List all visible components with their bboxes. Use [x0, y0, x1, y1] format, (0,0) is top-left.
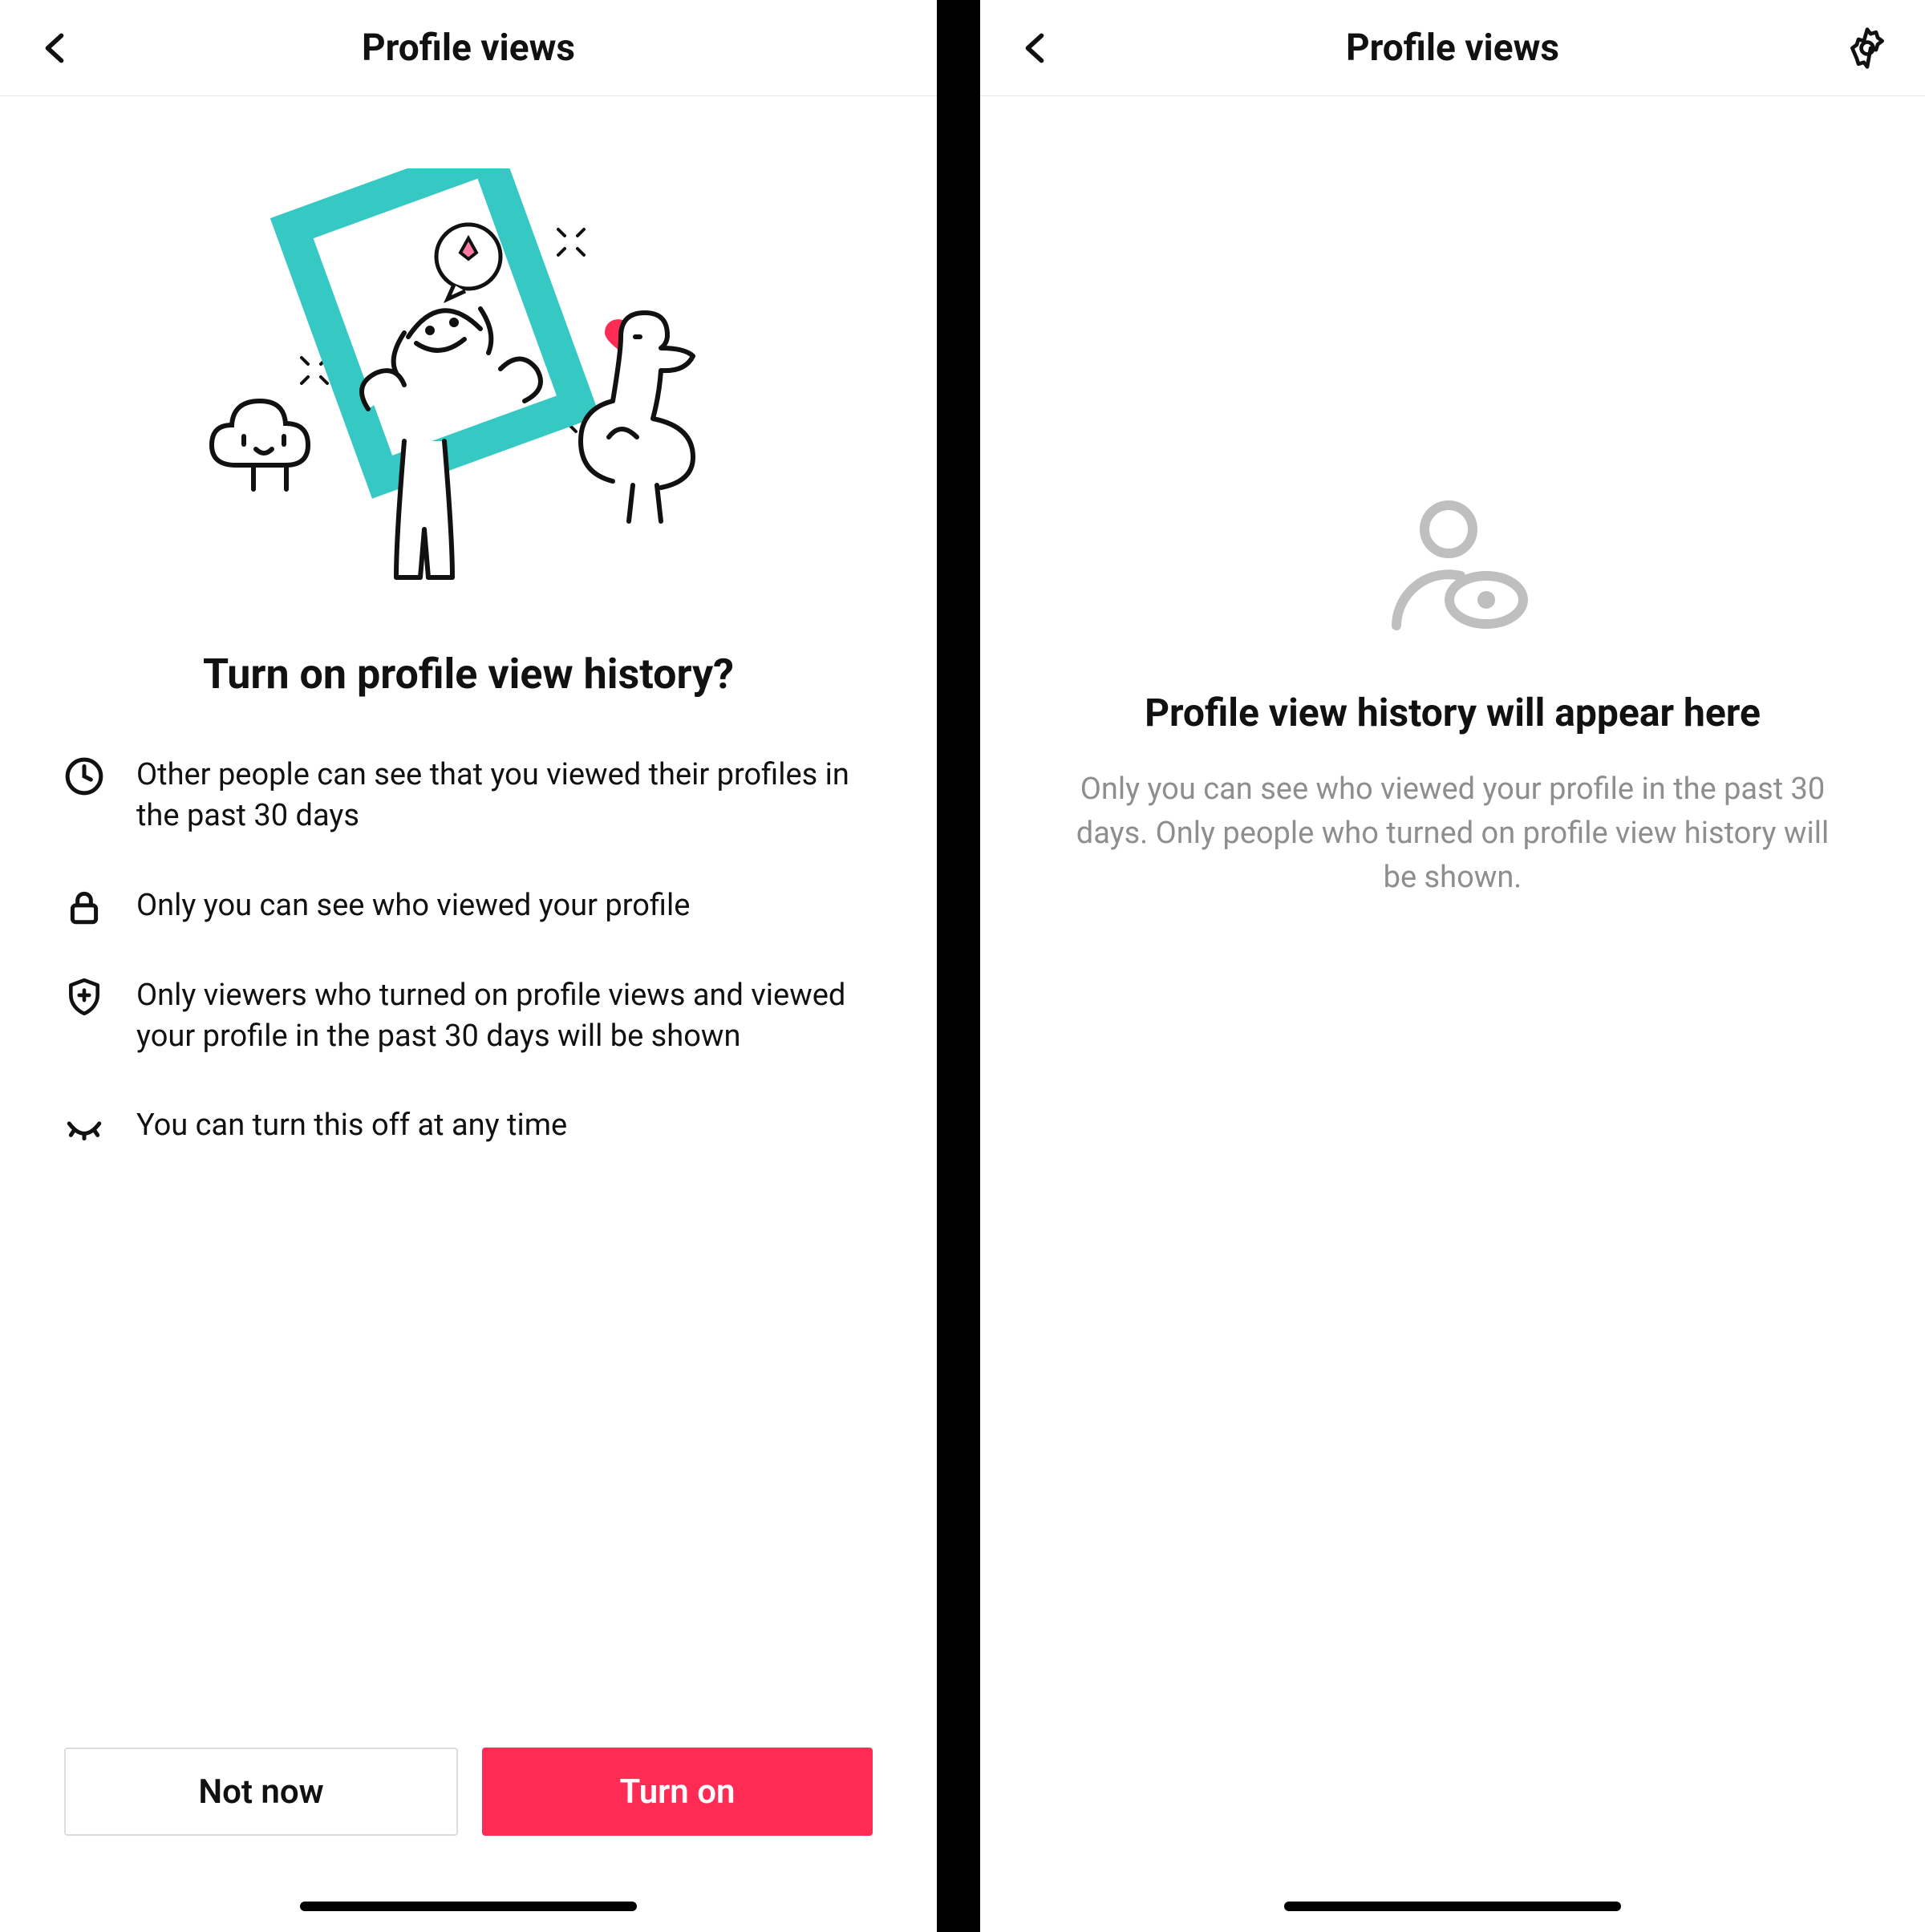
feature-text: Only you can see who viewed your profile	[136, 885, 690, 926]
screen-empty: Profile views Profile view history will …	[980, 0, 1925, 1932]
chevron-left-icon	[1021, 32, 1048, 64]
feature-text: Other people can see that you viewed the…	[136, 755, 873, 837]
screen-prompt: Profile views	[0, 0, 937, 1932]
page-title: Profile views	[362, 26, 575, 70]
feature-item: Only viewers who turned on profile views…	[64, 975, 873, 1058]
empty-subtitle: Only you can see who viewed your profile…	[1068, 768, 1838, 900]
prompt-title: Turn on profile view history?	[203, 650, 734, 699]
header: Profile views	[980, 0, 1925, 96]
profile-frame-illustration	[164, 168, 773, 618]
empty-content: Profile view history will appear here On…	[980, 96, 1925, 1932]
profile-eye-icon	[1372, 497, 1533, 634]
closed-eye-icon	[64, 1107, 104, 1147]
home-indicator[interactable]	[300, 1902, 637, 1911]
feature-text: You can turn this off at any time	[136, 1105, 567, 1146]
settings-button[interactable]	[1842, 22, 1893, 74]
feature-list: Other people can see that you viewed the…	[64, 755, 873, 1147]
home-indicator[interactable]	[1284, 1902, 1621, 1911]
empty-title: Profile view history will appear here	[1145, 690, 1761, 735]
not-now-button[interactable]: Not now	[64, 1748, 458, 1836]
back-button[interactable]	[1012, 26, 1057, 71]
gear-icon	[1845, 26, 1890, 71]
chevron-left-icon	[41, 32, 68, 64]
lock-icon	[64, 887, 104, 927]
screen-divider	[937, 0, 980, 1932]
button-row: Not now Turn on	[64, 1748, 873, 1836]
clock-icon	[64, 756, 104, 796]
turn-on-button[interactable]: Turn on	[482, 1748, 873, 1836]
feature-text: Only viewers who turned on profile views…	[136, 975, 873, 1058]
empty-state: Profile view history will appear here On…	[1068, 497, 1838, 900]
prompt-content: Turn on profile view history? Other peop…	[0, 96, 937, 1932]
back-button[interactable]	[32, 26, 77, 71]
shield-plus-icon	[64, 977, 104, 1017]
header: Profile views	[0, 0, 937, 96]
feature-item: Only you can see who viewed your profile	[64, 885, 873, 927]
page-title: Profile views	[1346, 26, 1559, 70]
feature-item: You can turn this off at any time	[64, 1105, 873, 1147]
feature-item: Other people can see that you viewed the…	[64, 755, 873, 837]
